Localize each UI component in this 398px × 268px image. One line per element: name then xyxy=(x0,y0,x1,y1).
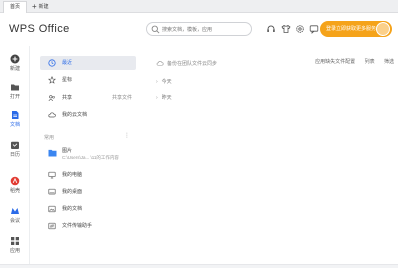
rail-item-calendar[interactable]: 日历 xyxy=(0,138,30,162)
image-document-icon xyxy=(48,205,56,213)
group-yesterday[interactable]: › 昨天 xyxy=(156,94,172,101)
rail-label: 会议 xyxy=(9,218,20,224)
rail-item-documents[interactable]: 文档 xyxy=(0,108,30,132)
nav-item-label: 我的电脑 xyxy=(62,172,83,178)
login-button[interactable]: 登录立即获取更多服务 xyxy=(320,21,392,37)
more-options-icon[interactable]: ⋮ xyxy=(124,132,130,139)
chevron-right-icon: › xyxy=(156,79,158,85)
plus-icon: + xyxy=(32,2,37,11)
cloud-icon xyxy=(48,112,56,118)
main-toolbar: 应用缺失文件配置 列表 筛选 xyxy=(307,58,394,65)
rail-label: 打开 xyxy=(9,94,20,100)
nav-item-recent[interactable]: 最近 xyxy=(40,56,136,70)
rail-item-new[interactable]: 新建 xyxy=(0,52,30,76)
missing-file-config-button[interactable]: 应用缺失文件配置 xyxy=(315,59,355,65)
rail-item-meeting[interactable]: 会议 xyxy=(0,204,30,228)
blue-folder-icon xyxy=(48,149,57,157)
group-today[interactable]: › 今天 xyxy=(156,78,172,85)
nav-item-my-desktop[interactable]: 我的桌面 xyxy=(40,185,136,199)
message-icon[interactable] xyxy=(309,24,319,34)
nav-item-label: 共享 xyxy=(62,95,73,101)
group-label: 昨天 xyxy=(161,95,172,101)
daoke-icon xyxy=(10,176,20,186)
clock-icon xyxy=(48,59,56,67)
list-view-button[interactable]: 列表 xyxy=(365,59,375,65)
tab-strip: 首页 + 新建 xyxy=(0,0,398,13)
nav-item-label: 最近 xyxy=(62,60,73,66)
search-icon xyxy=(151,25,160,34)
app-logo: WPS Office xyxy=(9,23,70,35)
tab-home[interactable]: 首页 xyxy=(3,1,27,13)
shared-files-link[interactable]: 共享文件 xyxy=(112,91,132,105)
search-input[interactable] xyxy=(162,24,248,35)
nav-item-file-transfer[interactable]: 文件传输助手 xyxy=(40,219,136,233)
meeting-icon xyxy=(11,208,19,214)
cloud-sync-icon xyxy=(156,61,164,66)
skin-shirt-icon[interactable] xyxy=(281,24,291,34)
header: WPS Office 登录立即获取更多服务 xyxy=(0,14,398,46)
search-box[interactable] xyxy=(146,22,252,36)
group-label: 今天 xyxy=(161,79,172,85)
headset-icon[interactable] xyxy=(266,24,276,34)
bottom-border xyxy=(0,264,398,268)
folder-path: C:\Users\Ja... \11的工作内容 xyxy=(62,155,119,160)
rail-label: 应用 xyxy=(9,248,20,254)
folder-name: 图片 xyxy=(62,148,73,154)
document-icon xyxy=(12,111,19,119)
nav-item-my-computer[interactable]: 我的电脑 xyxy=(40,168,136,182)
rail-item-apps[interactable]: 应用 xyxy=(0,234,30,258)
chevron-right-icon: › xyxy=(156,95,158,101)
nav-item-shared[interactable]: 共享 共享文件 xyxy=(40,91,136,105)
nav-item-cloud-docs[interactable]: 我的云文档 xyxy=(40,108,136,122)
settings-gear-icon[interactable] xyxy=(295,24,305,34)
rail-item-daoke[interactable]: 稻壳 xyxy=(0,174,30,198)
rail-label: 日历 xyxy=(9,152,20,158)
cloud-sync-tip[interactable]: 备份在团队文件云同步 xyxy=(156,60,217,67)
cloud-sync-text: 备份在团队文件云同步 xyxy=(167,61,218,67)
rail-label: 文档 xyxy=(9,122,20,128)
new-tab-button[interactable]: + 新建 xyxy=(32,0,49,13)
filter-button[interactable]: 筛选 xyxy=(384,59,394,65)
avatar xyxy=(376,22,390,36)
calendar-icon xyxy=(11,141,19,149)
rail-label: 稻壳 xyxy=(9,188,20,194)
login-button-label: 登录立即获取更多服务 xyxy=(326,26,377,32)
nav-item-label: 我的文档 xyxy=(62,206,83,212)
new-tab-label: 新建 xyxy=(38,4,49,10)
nav-item-label: 我的桌面 xyxy=(62,189,83,195)
nav-item-label: 我的云文档 xyxy=(62,112,88,118)
nav-item-label: 星标 xyxy=(62,77,73,83)
nav-section-common: 常用 xyxy=(44,135,55,141)
rail-label: 新建 xyxy=(9,66,20,72)
nav-item-label: 文件传输助手 xyxy=(62,223,93,229)
star-icon xyxy=(48,76,56,84)
folder-icon xyxy=(11,84,19,91)
folder-item-pictures[interactable]: 图片 C:\Users\Ja... \11的工作内容 xyxy=(40,144,136,166)
transfer-icon xyxy=(48,222,56,230)
apps-grid-icon xyxy=(11,237,19,245)
desktop-icon xyxy=(48,188,56,195)
share-icon xyxy=(48,95,55,101)
plus-circle-icon xyxy=(10,54,20,64)
rail-item-open[interactable]: 打开 xyxy=(0,80,30,104)
main-content: 备份在团队文件云同步 应用缺失文件配置 列表 筛选 › 今天 › 昨天 xyxy=(146,52,398,242)
left-rail: 新建 打开 文档 日历 稻壳 会议 应用 xyxy=(0,46,30,268)
wps-office-window: 首页 + 新建 WPS Office 搜索文档，模板，应用 登录立即获取更多服务… xyxy=(0,0,398,268)
document-nav: 最近 星标 共享 共享文件 我的云文档 常用 ⋮ 图片 C:\Users\Ja.… xyxy=(40,52,136,242)
computer-icon xyxy=(48,171,56,179)
nav-item-starred[interactable]: 星标 xyxy=(40,73,136,87)
nav-item-my-documents[interactable]: 我的文档 xyxy=(40,202,136,216)
